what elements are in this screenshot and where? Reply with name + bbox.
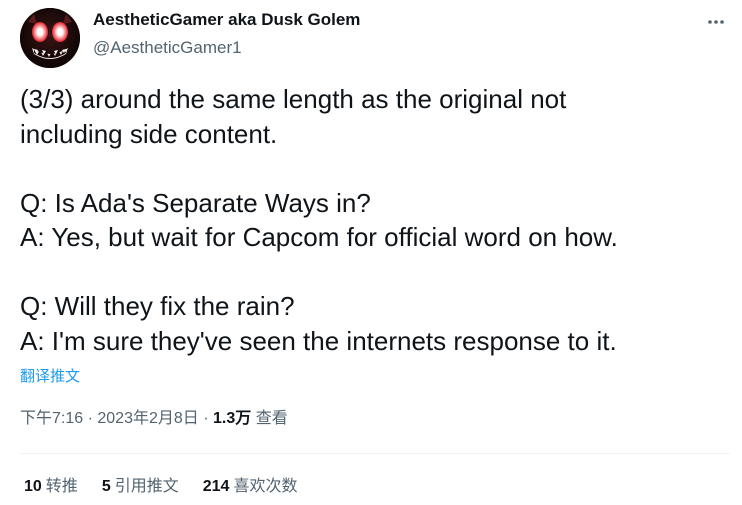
more-horizontal-icon xyxy=(708,20,724,24)
display-name[interactable]: AestheticGamer aka Dusk Golem xyxy=(93,9,360,31)
retweets-stat[interactable]: 10 转推 xyxy=(24,476,78,498)
tweet-line-gap xyxy=(20,151,735,186)
tweet-line: Q: Will they fix the rain? xyxy=(20,291,295,321)
likes-count: 214 xyxy=(202,478,230,495)
tweet-line: A: Yes, but wait for Capcom for official… xyxy=(20,222,618,252)
meta-separator: · xyxy=(198,410,213,427)
tweet-line: Q: Is Ada's Separate Ways in? xyxy=(20,187,371,218)
tweet: AestheticGamer aka Dusk Golem @Aesthetic… xyxy=(0,0,742,505)
tweet-line: including side content. xyxy=(20,118,278,149)
likes-label: 喜欢次数 xyxy=(233,478,298,495)
retweets-label: 转推 xyxy=(45,478,78,495)
meta-separator: · xyxy=(83,410,98,427)
divider xyxy=(20,453,730,454)
tweet-date[interactable]: 2023年2月8日 xyxy=(97,410,198,427)
quotes-stat[interactable]: 5 引用推文 xyxy=(102,476,179,498)
tweet-header: AestheticGamer aka Dusk Golem @Aesthetic… xyxy=(20,6,730,68)
handle[interactable]: @AestheticGamer1 xyxy=(93,37,360,59)
tweet-time[interactable]: 下午7:16 xyxy=(20,410,83,427)
views-label: 查看 xyxy=(251,410,288,427)
translate-tweet-link[interactable]: 翻译推文 xyxy=(20,367,80,387)
tweet-line: A: I'm sure they've seen the internets r… xyxy=(20,325,617,356)
tweet-text: (3/3) around the same length as the orig… xyxy=(20,82,735,358)
tweet-meta: 下午7:16 · 2023年2月8日 · 1.3万 查看 xyxy=(20,408,288,430)
quotes-label: 引用推文 xyxy=(114,478,179,495)
tweet-stats: 10 转推 5 引用推文 214 喜欢次数 xyxy=(24,476,297,498)
tweet-line-gap xyxy=(20,255,735,290)
views-count[interactable]: 1.3万 xyxy=(213,410,251,427)
likes-stat[interactable]: 214 喜欢次数 xyxy=(203,476,298,498)
author-info: AestheticGamer aka Dusk Golem @Aesthetic… xyxy=(93,9,360,59)
tweet-line: (3/3) around the same length as the orig… xyxy=(20,84,567,114)
retweets-count: 10 xyxy=(24,478,42,495)
quotes-count: 5 xyxy=(101,478,111,495)
avatar[interactable] xyxy=(20,8,80,68)
skull-face-avatar-icon xyxy=(20,8,80,68)
more-button[interactable] xyxy=(702,8,730,36)
